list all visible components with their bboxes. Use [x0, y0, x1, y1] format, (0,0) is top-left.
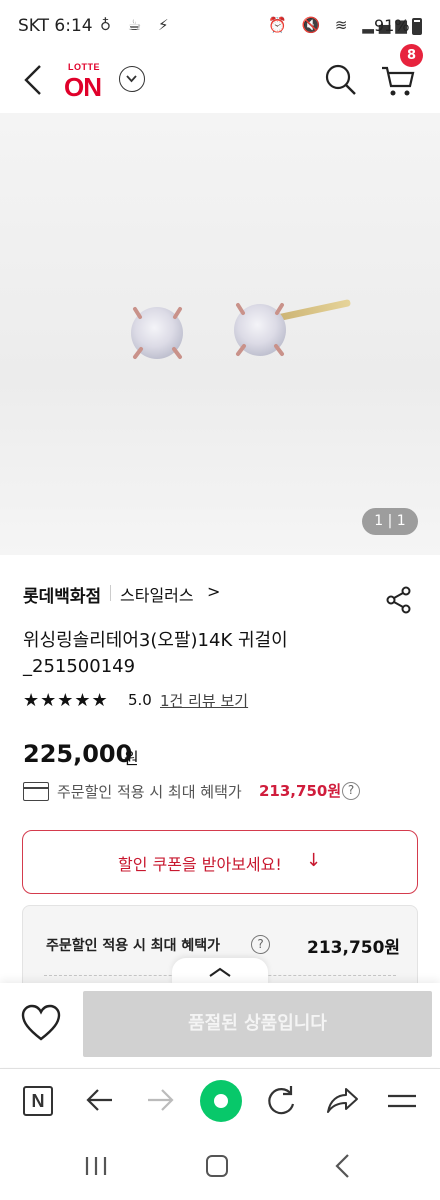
review-link[interactable]: 1건 리뷰 보기	[160, 690, 248, 711]
notification-icons: ♁ ☕ ⚡	[100, 16, 175, 34]
product-image-gallery[interactable]	[0, 113, 440, 555]
status-bar: SKT 6:14 ♁ ☕ ⚡ ⏰ 🔇 ≋ ▂▄▆ 91%	[0, 0, 440, 52]
browser-forward-icon[interactable]	[144, 1082, 176, 1118]
discount-label: 주문할인 적용 시 최대 혜택가	[57, 783, 242, 801]
sold-out-button[interactable]: 품절된 상품입니다	[83, 991, 432, 1057]
image-counter: 1 | 1	[362, 508, 418, 535]
naver-n-icon[interactable]: N	[23, 1086, 53, 1116]
chevron-right-icon: >	[207, 582, 221, 601]
brand-link[interactable]: 스타일러스	[120, 582, 194, 606]
cart-count-badge: 8	[400, 44, 423, 67]
cart-icon[interactable]	[380, 62, 416, 98]
reload-icon[interactable]	[264, 1082, 298, 1118]
search-icon[interactable]	[324, 62, 358, 98]
rating-stars-icon: ★★★★★	[23, 690, 109, 711]
mall-switch-dropdown[interactable]	[119, 66, 145, 92]
help-icon[interactable]: ?	[342, 782, 360, 800]
home-icon[interactable]	[206, 1155, 228, 1177]
download-arrow-icon: ↓	[306, 850, 322, 871]
discount-price: 213,750원	[259, 782, 342, 800]
chevron-down-icon	[126, 75, 137, 83]
share-icon[interactable]	[386, 586, 412, 614]
rating-value: 5.0	[128, 691, 152, 709]
logo-lotte-text: LOTTE	[68, 62, 100, 72]
price-unit: 원	[124, 749, 139, 768]
battery-percent: 91%	[374, 16, 410, 35]
help-icon[interactable]: ?	[251, 935, 270, 954]
divider	[110, 585, 111, 601]
recent-apps-icon[interactable]	[84, 1156, 108, 1176]
menu-icon[interactable]	[386, 1086, 418, 1116]
credit-card-icon	[23, 782, 49, 801]
benefit-amount: 213,750원	[307, 938, 401, 958]
green-dot-button[interactable]	[200, 1080, 242, 1122]
status-time: SKT 6:14	[18, 16, 93, 36]
product-title-line1: 위싱링솔리테어3(오팔)14K 귀걸이	[23, 630, 288, 651]
back-arrow-icon[interactable]	[20, 62, 50, 98]
heart-icon[interactable]	[20, 1004, 62, 1042]
product-title-line2: _251500149	[23, 656, 136, 677]
browser-back-icon[interactable]	[84, 1082, 116, 1118]
logo-on-text: ON	[64, 72, 102, 102]
store-name[interactable]: 롯데백화점	[23, 582, 101, 607]
coupon-button-label: 할인 쿠폰을 받아보세요!	[118, 855, 282, 874]
earring-image	[131, 299, 351, 359]
battery-icon	[412, 18, 422, 35]
benefit-label: 주문할인 적용 시 최대 혜택가	[46, 938, 221, 954]
product-price: 225,000	[23, 740, 133, 768]
nav-back-icon[interactable]	[333, 1153, 351, 1179]
app-header: LOTTE ON 8	[0, 44, 440, 112]
share-arrow-icon[interactable]	[324, 1082, 360, 1118]
lotte-on-logo[interactable]: LOTTE ON	[64, 58, 114, 102]
